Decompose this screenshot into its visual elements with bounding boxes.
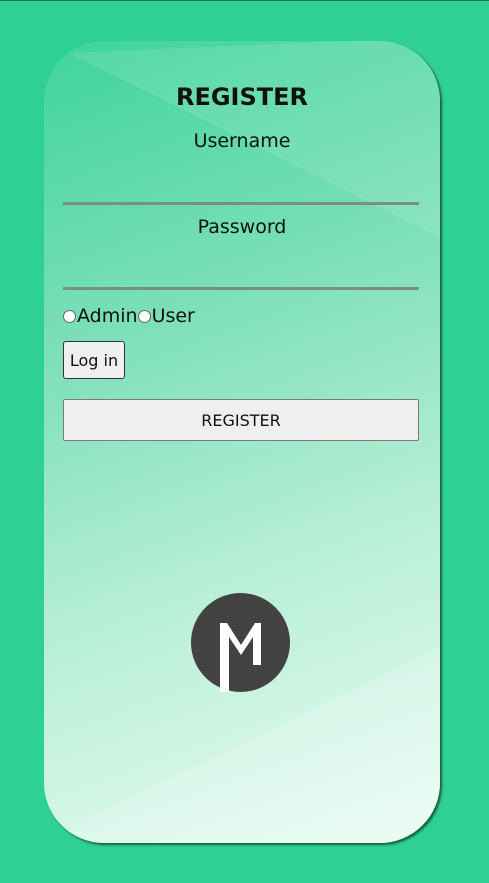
login-button[interactable]: Log in [63,341,125,379]
user-radio[interactable] [137,309,151,323]
username-label: Username [193,130,291,152]
username-input[interactable] [63,172,419,205]
admin-radio-label[interactable]: Admin [77,305,138,327]
register-button[interactable]: REGISTER [63,399,419,441]
page-title: REGISTER [175,83,309,111]
m-logo-icon [191,593,290,692]
password-input[interactable] [63,257,419,290]
admin-radio[interactable] [63,309,76,323]
user-radio-label[interactable]: User [152,305,195,327]
top-border [0,0,489,1]
password-label: Password [197,216,287,238]
card-shine-decoration [44,41,440,843]
role-radio-group: Admin User [63,305,195,327]
register-card: REGISTER Username Password Admin User Lo… [44,41,440,843]
